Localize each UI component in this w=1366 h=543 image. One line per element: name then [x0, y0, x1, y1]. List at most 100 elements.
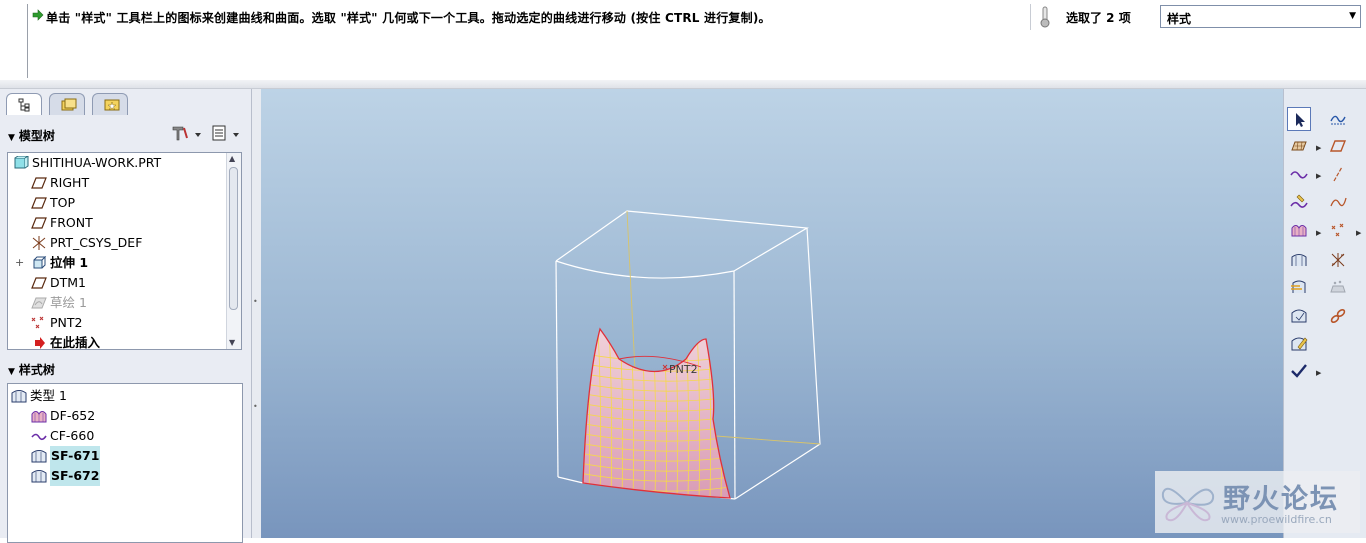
model-tree-item-label: DTM1: [50, 275, 86, 290]
datum-plane-icon: [31, 216, 47, 230]
csys-button[interactable]: [1326, 248, 1350, 272]
model-tree-item[interactable]: 拉伸 1 +: [8, 253, 228, 273]
model-tree-item-label: 在此插入: [50, 335, 101, 350]
splitter-grip-icon[interactable]: •: [253, 402, 260, 411]
sketched-curve-button[interactable]: [1326, 190, 1350, 214]
model-tree-item[interactable]: SHITIHUA-WORK.PRT: [8, 153, 228, 173]
model-tree-item[interactable]: 草绘 1: [8, 293, 228, 313]
surface-pencil-icon: [1291, 337, 1308, 351]
expand-node-icon[interactable]: +: [15, 253, 24, 273]
style-link-button[interactable]: [1326, 304, 1350, 328]
style-tree-item-label: SF-672: [50, 466, 101, 486]
create-curve-button[interactable]: [1287, 162, 1311, 186]
message-divider: [27, 4, 28, 78]
flyout-arrow-icon[interactable]: ▶: [1316, 229, 1321, 237]
part-icon: [13, 155, 30, 170]
scroll-up-icon[interactable]: ▲: [229, 154, 235, 163]
extrude-icon: [31, 255, 47, 270]
regen-status-icon[interactable]: [1038, 6, 1052, 28]
message-prompt: 单击 "样式" 工具栏上的图标来创建曲线和曲面。选取 "样式" 几何或下一个工具…: [46, 11, 771, 25]
navigator-splitter[interactable]: • •: [252, 89, 261, 538]
style-type-icon: [11, 389, 27, 403]
tab-folder-browser[interactable]: [49, 93, 85, 115]
model-tree-item-label: FRONT: [50, 215, 93, 230]
watermark-title: 野火论坛: [1223, 484, 1339, 515]
analysis-disabled-icon: [1330, 280, 1346, 293]
style-tree-item[interactable]: CF-660: [8, 426, 228, 446]
model-tree-item[interactable]: TOP: [8, 193, 228, 213]
tab-model-tree[interactable]: [6, 93, 42, 115]
checkmark-icon: [1291, 364, 1307, 378]
datum-axis-icon: [1333, 166, 1343, 182]
model-graphics: PNT2: [555, 210, 821, 500]
model-tree-item-label: PRT_CSYS_DEF: [50, 235, 143, 250]
model-tree-item-label: 拉伸 1: [50, 255, 89, 270]
model-tree-item[interactable]: DTM1: [8, 273, 228, 293]
tree-settings-tools-icon[interactable]: [171, 124, 205, 142]
datum-plane-icon: [1329, 140, 1347, 152]
surface-curve-edit-button[interactable]: [1287, 332, 1311, 356]
model-tree-header[interactable]: ▼ 模型树: [8, 127, 55, 144]
style-curve-icon: [1290, 171, 1308, 179]
curve-display-button[interactable]: [1326, 107, 1350, 131]
style-tree-header[interactable]: ▼ 样式树: [8, 361, 55, 378]
model-tree-scrollbar[interactable]: ▲ ▼: [226, 153, 241, 349]
surface-tool-button[interactable]: [1287, 219, 1311, 243]
surface-icon: [31, 469, 47, 483]
datum-point-button[interactable]: [1326, 219, 1350, 243]
surface-icon: [31, 449, 47, 463]
curve-icon: [31, 429, 47, 443]
folder-browser-icon: [61, 98, 77, 111]
style-tree-item[interactable]: DF-652: [8, 406, 228, 426]
style-tree-item-label: SF-671: [50, 446, 101, 466]
scroll-down-icon[interactable]: ▼: [229, 338, 235, 347]
graphics-window[interactable]: PNT2: [261, 89, 1283, 538]
insert-here-arrow-icon: [31, 336, 47, 349]
scrollbar-thumb[interactable]: [229, 167, 238, 310]
splitter-grip-icon[interactable]: •: [253, 297, 260, 306]
done-button[interactable]: [1287, 359, 1311, 383]
sketch-curve-icon: [1330, 197, 1347, 207]
style-tree-title: 样式树: [18, 363, 55, 377]
csys-icon: [31, 236, 47, 250]
tab-favorites[interactable]: [92, 93, 128, 115]
message-separator: [1030, 4, 1031, 30]
internal-plane-button[interactable]: [1326, 134, 1350, 158]
style-tree-item[interactable]: SF-671: [8, 446, 228, 466]
flyout-arrow-icon[interactable]: ▶: [1356, 229, 1361, 237]
flyout-arrow-icon[interactable]: ▶: [1316, 172, 1321, 180]
edit-curve-button[interactable]: [1287, 190, 1311, 214]
surface-edit-button[interactable]: [1287, 304, 1311, 328]
curve-edit-icon: [1290, 194, 1308, 208]
surface-connect-icon: [1291, 254, 1307, 266]
navigator-tabs: [4, 93, 250, 117]
favorites-icon: [104, 99, 120, 111]
surface-edit-icon: [1291, 309, 1307, 323]
sketch-plane-button[interactable]: [1287, 134, 1311, 158]
coordinate-system-icon: [1331, 253, 1345, 267]
tree-show-filter-icon[interactable]: [211, 124, 245, 142]
model-tree-item[interactable]: RIGHT: [8, 173, 228, 193]
style-tree-item[interactable]: 类型 1: [8, 386, 228, 406]
style-surface[interactable]: [579, 327, 731, 499]
flyout-arrow-icon[interactable]: ▶: [1316, 369, 1321, 377]
draft-surface-icon: [31, 409, 47, 423]
model-tree-item[interactable]: PNT2: [8, 313, 228, 333]
model-tree-item[interactable]: 在此插入: [8, 333, 228, 350]
surface-trim-button[interactable]: [1287, 275, 1311, 299]
select-arrow-icon: [1296, 113, 1305, 127]
style-tree-list[interactable]: 类型 1 DF-652 CF-660 SF-671 SF-672: [7, 383, 243, 543]
select-tool-button[interactable]: [1287, 107, 1311, 131]
model-tree-list[interactable]: SHITIHUA-WORK.PRT RIGHT TOP FRONT PRT_CSYS_D…: [7, 152, 242, 350]
surface-connect-button[interactable]: [1287, 248, 1311, 272]
style-tree-item[interactable]: SF-672: [8, 466, 228, 486]
datum-axis-button[interactable]: [1326, 162, 1350, 186]
model-tree-item-label: TOP: [50, 195, 76, 210]
model-tree-item[interactable]: FRONT: [8, 213, 228, 233]
flyout-arrow-icon[interactable]: ▶: [1316, 144, 1321, 152]
forum-watermark: 野火论坛 www.proewildfire.cn: [1155, 471, 1360, 533]
message-arrow-icon: [32, 9, 44, 21]
selection-filter-dropdown[interactable]: 样式 ▼: [1160, 5, 1361, 28]
selection-count: 选取了 2 项: [1066, 11, 1131, 25]
model-tree-item[interactable]: PRT_CSYS_DEF: [8, 233, 228, 253]
